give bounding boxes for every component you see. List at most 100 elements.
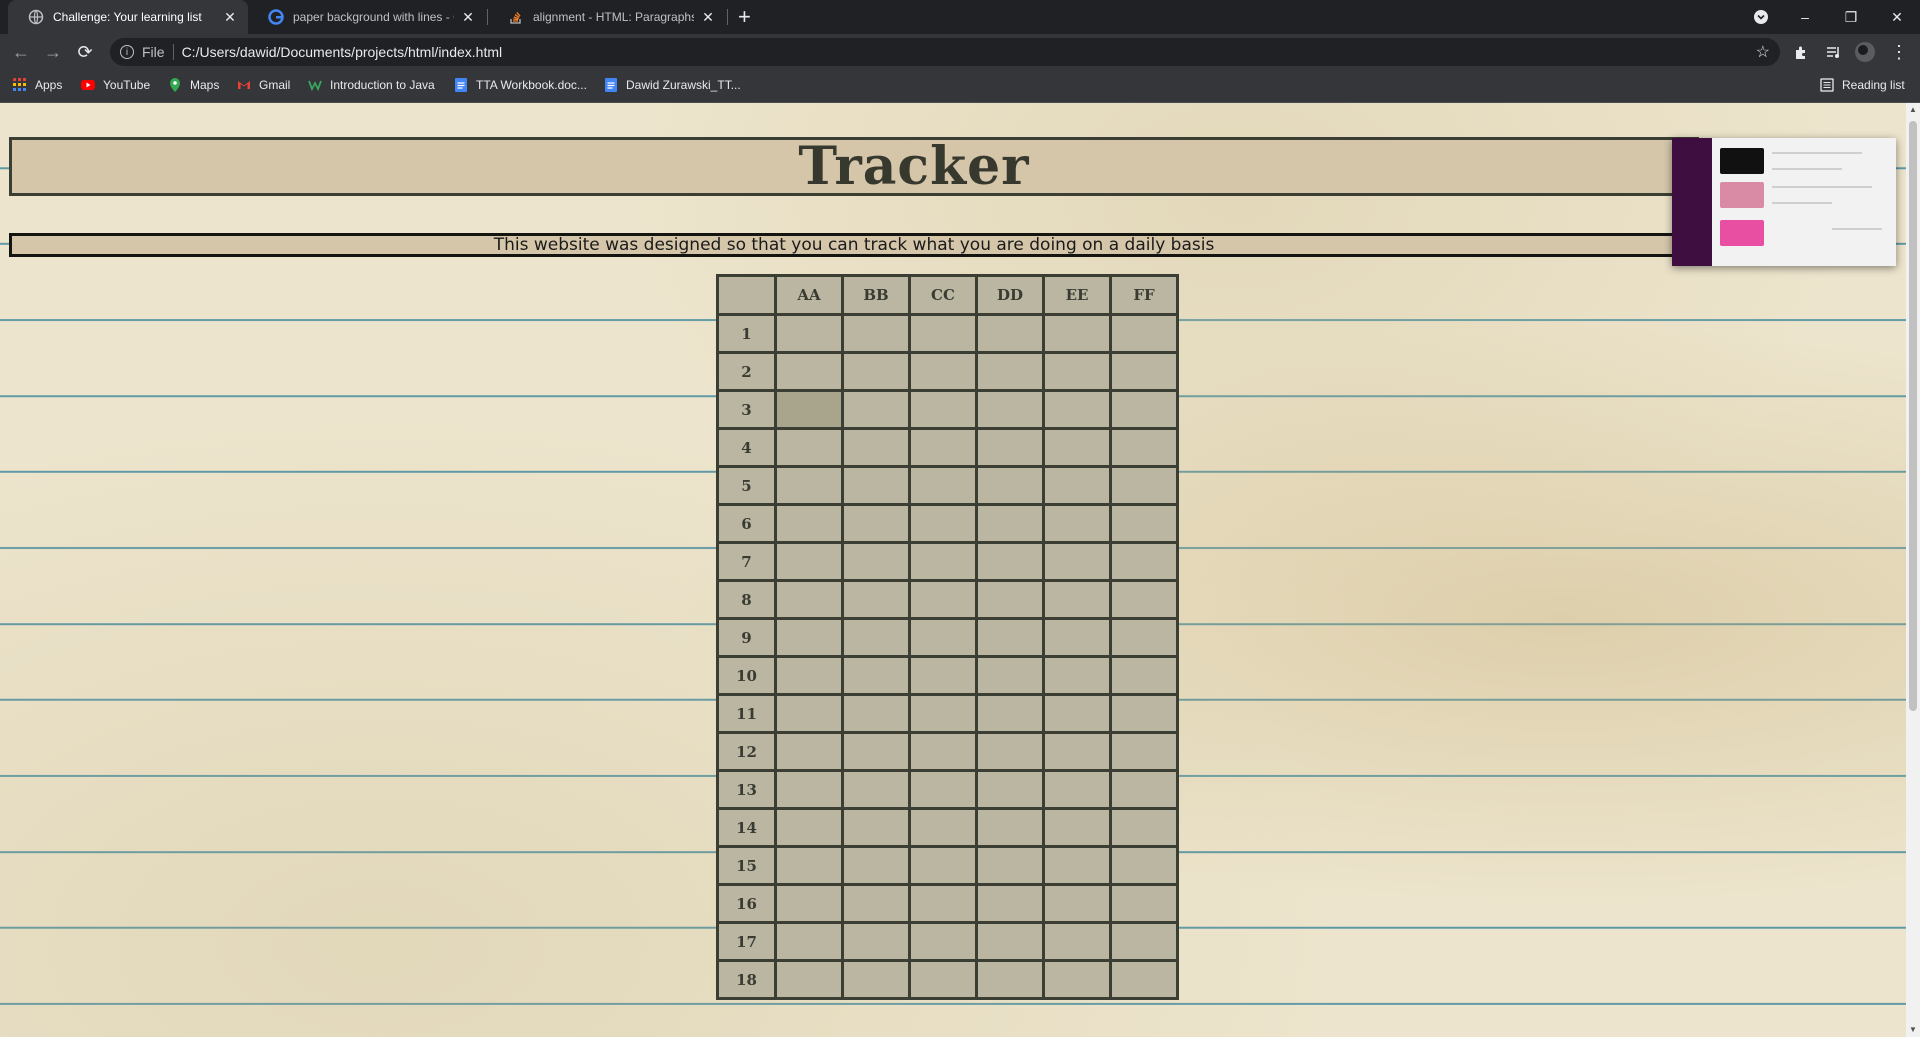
scroll-up-arrow-icon[interactable]: ▲ bbox=[1906, 103, 1920, 117]
tracker-cell[interactable] bbox=[1109, 617, 1179, 658]
tracker-cell[interactable] bbox=[1109, 579, 1179, 620]
tracker-cell[interactable] bbox=[975, 351, 1045, 392]
restore-button[interactable]: ❐ bbox=[1828, 0, 1874, 34]
tracker-cell[interactable] bbox=[1109, 921, 1179, 962]
tracker-cell[interactable] bbox=[1109, 807, 1179, 848]
tracker-cell[interactable] bbox=[975, 921, 1045, 962]
tracker-cell[interactable] bbox=[774, 731, 844, 772]
menu-kebab-icon[interactable]: ⋮ bbox=[1887, 40, 1911, 64]
tab-google[interactable]: paper background with lines - Go ✕ bbox=[248, 0, 486, 34]
tab-close-icon[interactable]: ✕ bbox=[460, 9, 476, 26]
tracker-cell[interactable] bbox=[774, 807, 844, 848]
tracker-cell[interactable] bbox=[1109, 769, 1179, 810]
address-url[interactable]: C:/Users/dawid/Documents/projects/html/i… bbox=[182, 44, 503, 60]
tracker-cell[interactable] bbox=[841, 617, 911, 658]
tracker-cell[interactable] bbox=[1042, 579, 1112, 620]
tracker-cell[interactable] bbox=[908, 655, 978, 696]
tracker-cell[interactable] bbox=[1042, 465, 1112, 506]
tab-close-icon[interactable]: ✕ bbox=[222, 9, 238, 26]
tracker-cell[interactable] bbox=[908, 541, 978, 582]
tracker-cell[interactable] bbox=[908, 959, 978, 1000]
tracker-cell[interactable] bbox=[975, 503, 1045, 544]
tracker-cell[interactable] bbox=[908, 617, 978, 658]
tab-search-icon[interactable] bbox=[1738, 0, 1784, 34]
tracker-cell[interactable] bbox=[908, 769, 978, 810]
tracker-cell[interactable] bbox=[1042, 617, 1112, 658]
tracker-cell[interactable] bbox=[975, 617, 1045, 658]
tracker-cell[interactable] bbox=[1109, 313, 1179, 354]
tracker-cell[interactable] bbox=[841, 693, 911, 734]
tracker-cell[interactable] bbox=[1042, 541, 1112, 582]
tracker-cell[interactable] bbox=[841, 769, 911, 810]
tracker-cell[interactable] bbox=[1109, 731, 1179, 772]
tracker-cell[interactable] bbox=[1109, 655, 1179, 696]
tracker-cell[interactable] bbox=[1109, 503, 1179, 544]
tracker-cell[interactable] bbox=[1109, 883, 1179, 924]
tracker-cell[interactable] bbox=[908, 313, 978, 354]
tracker-cell[interactable] bbox=[908, 389, 978, 430]
tracker-cell[interactable] bbox=[774, 579, 844, 620]
tracker-cell[interactable] bbox=[774, 883, 844, 924]
tracker-cell[interactable] bbox=[1042, 731, 1112, 772]
tracker-cell[interactable] bbox=[1042, 769, 1112, 810]
tracker-cell[interactable] bbox=[774, 655, 844, 696]
tracker-cell[interactable] bbox=[1109, 389, 1179, 430]
tracker-cell[interactable] bbox=[841, 427, 911, 468]
tracker-cell[interactable] bbox=[975, 389, 1045, 430]
media-controls-icon[interactable] bbox=[1821, 40, 1845, 64]
tracker-cell[interactable] bbox=[1109, 427, 1179, 468]
tracker-cell[interactable] bbox=[975, 807, 1045, 848]
scroll-down-arrow-icon[interactable]: ▼ bbox=[1906, 1023, 1920, 1037]
tracker-cell[interactable] bbox=[774, 465, 844, 506]
tracker-cell[interactable] bbox=[1042, 883, 1112, 924]
new-tab-button[interactable]: + bbox=[738, 4, 751, 30]
bookmark-tta-workbook[interactable]: TTA Workbook.doc... bbox=[454, 78, 587, 92]
tracker-cell[interactable] bbox=[908, 731, 978, 772]
tracker-cell[interactable] bbox=[975, 845, 1045, 886]
tracker-cell[interactable] bbox=[774, 541, 844, 582]
tracker-cell[interactable] bbox=[1042, 845, 1112, 886]
tracker-cell[interactable] bbox=[975, 427, 1045, 468]
tracker-cell[interactable] bbox=[774, 313, 844, 354]
bookmark-java[interactable]: Introduction to Java bbox=[308, 78, 435, 92]
tracker-cell[interactable] bbox=[1109, 465, 1179, 506]
tracker-cell[interactable] bbox=[841, 313, 911, 354]
tracker-cell[interactable] bbox=[841, 959, 911, 1000]
tracker-cell[interactable] bbox=[841, 503, 911, 544]
bookmark-dawid[interactable]: Dawid Zurawski_TT... bbox=[604, 78, 741, 92]
tracker-cell[interactable] bbox=[908, 427, 978, 468]
tracker-cell[interactable] bbox=[1042, 807, 1112, 848]
tracker-cell[interactable] bbox=[1042, 655, 1112, 696]
tab-active[interactable]: Challenge: Your learning list ✕ bbox=[8, 0, 248, 34]
tracker-cell[interactable] bbox=[841, 655, 911, 696]
tracker-cell[interactable] bbox=[841, 845, 911, 886]
forward-arrow-icon[interactable]: → bbox=[41, 40, 65, 64]
profile-avatar[interactable] bbox=[1853, 40, 1877, 64]
tracker-cell[interactable] bbox=[774, 921, 844, 962]
tracker-cell[interactable] bbox=[1109, 541, 1179, 582]
tracker-cell[interactable] bbox=[1042, 351, 1112, 392]
tracker-cell[interactable] bbox=[774, 769, 844, 810]
tracker-cell[interactable] bbox=[841, 731, 911, 772]
tracker-cell[interactable] bbox=[1042, 427, 1112, 468]
tracker-cell[interactable] bbox=[908, 693, 978, 734]
tracker-cell[interactable] bbox=[975, 579, 1045, 620]
bookmark-youtube[interactable]: YouTube bbox=[81, 78, 150, 92]
tracker-cell[interactable] bbox=[975, 465, 1045, 506]
tracker-cell[interactable] bbox=[1042, 313, 1112, 354]
bookmark-apps[interactable]: Apps bbox=[13, 78, 62, 92]
tracker-cell[interactable] bbox=[774, 389, 844, 430]
tracker-cell[interactable] bbox=[841, 883, 911, 924]
tracker-cell[interactable] bbox=[908, 351, 978, 392]
reload-icon[interactable]: ⟳ bbox=[73, 40, 97, 64]
bookmark-maps[interactable]: Maps bbox=[168, 78, 219, 92]
bookmark-gmail[interactable]: Gmail bbox=[237, 78, 290, 92]
tracker-cell[interactable] bbox=[774, 959, 844, 1000]
page-scrollbar[interactable]: ▲ ▼ bbox=[1906, 103, 1920, 1037]
scrollbar-thumb[interactable] bbox=[1909, 121, 1917, 711]
tracker-cell[interactable] bbox=[975, 693, 1045, 734]
tracker-cell[interactable] bbox=[841, 807, 911, 848]
tracker-cell[interactable] bbox=[841, 465, 911, 506]
tracker-cell[interactable] bbox=[1042, 921, 1112, 962]
tracker-cell[interactable] bbox=[975, 655, 1045, 696]
